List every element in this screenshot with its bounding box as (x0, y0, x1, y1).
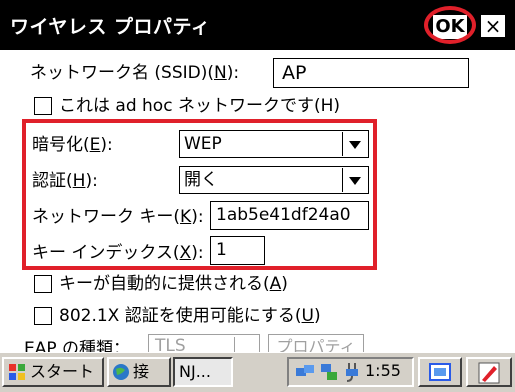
taskbar-app-connection[interactable]: 接 (107, 357, 171, 387)
auto-key-checkbox[interactable] (34, 275, 52, 293)
ok-highlight-circle (424, 6, 476, 44)
network-name-label: ネットワーク名 (SSID)(N): (30, 63, 240, 83)
highlight-box (22, 119, 377, 270)
auto-key-label: キーが自動的に提供される(A) (59, 274, 288, 294)
input-panel-button[interactable] (418, 357, 462, 387)
taskbar-app-nj[interactable]: NJ... (173, 357, 233, 387)
globe-icon (113, 364, 129, 380)
ieee8021x-checkbox[interactable] (34, 307, 52, 325)
clock[interactable]: 1:55 (365, 361, 401, 380)
system-tray: 1:55 (287, 357, 414, 387)
ieee8021x-label: 802.1X 認証を使用可能にする(U) (59, 306, 321, 326)
network-name-input[interactable]: AP (273, 58, 469, 88)
start-button[interactable]: スタート (2, 357, 104, 387)
start-label: スタート (30, 362, 95, 381)
network-connected-icon[interactable] (319, 362, 339, 382)
taskbar-app-connection-label: 接 (133, 362, 150, 381)
close-button[interactable]: × (481, 15, 505, 37)
adhoc-checkbox[interactable] (34, 97, 52, 115)
network-icon[interactable] (295, 363, 315, 381)
windows-logo-icon (9, 364, 25, 380)
pen-tool-button[interactable] (466, 357, 512, 387)
power-plug-icon[interactable] (343, 361, 361, 383)
window-title: ワイヤレス プロパティ (10, 16, 211, 38)
taskbar: スタート 接 NJ... 1:55 (0, 352, 515, 392)
pen-icon (478, 362, 500, 384)
keyboard-icon (429, 363, 451, 381)
adhoc-label: これは ad hoc ネットワークです(H) (59, 96, 340, 116)
